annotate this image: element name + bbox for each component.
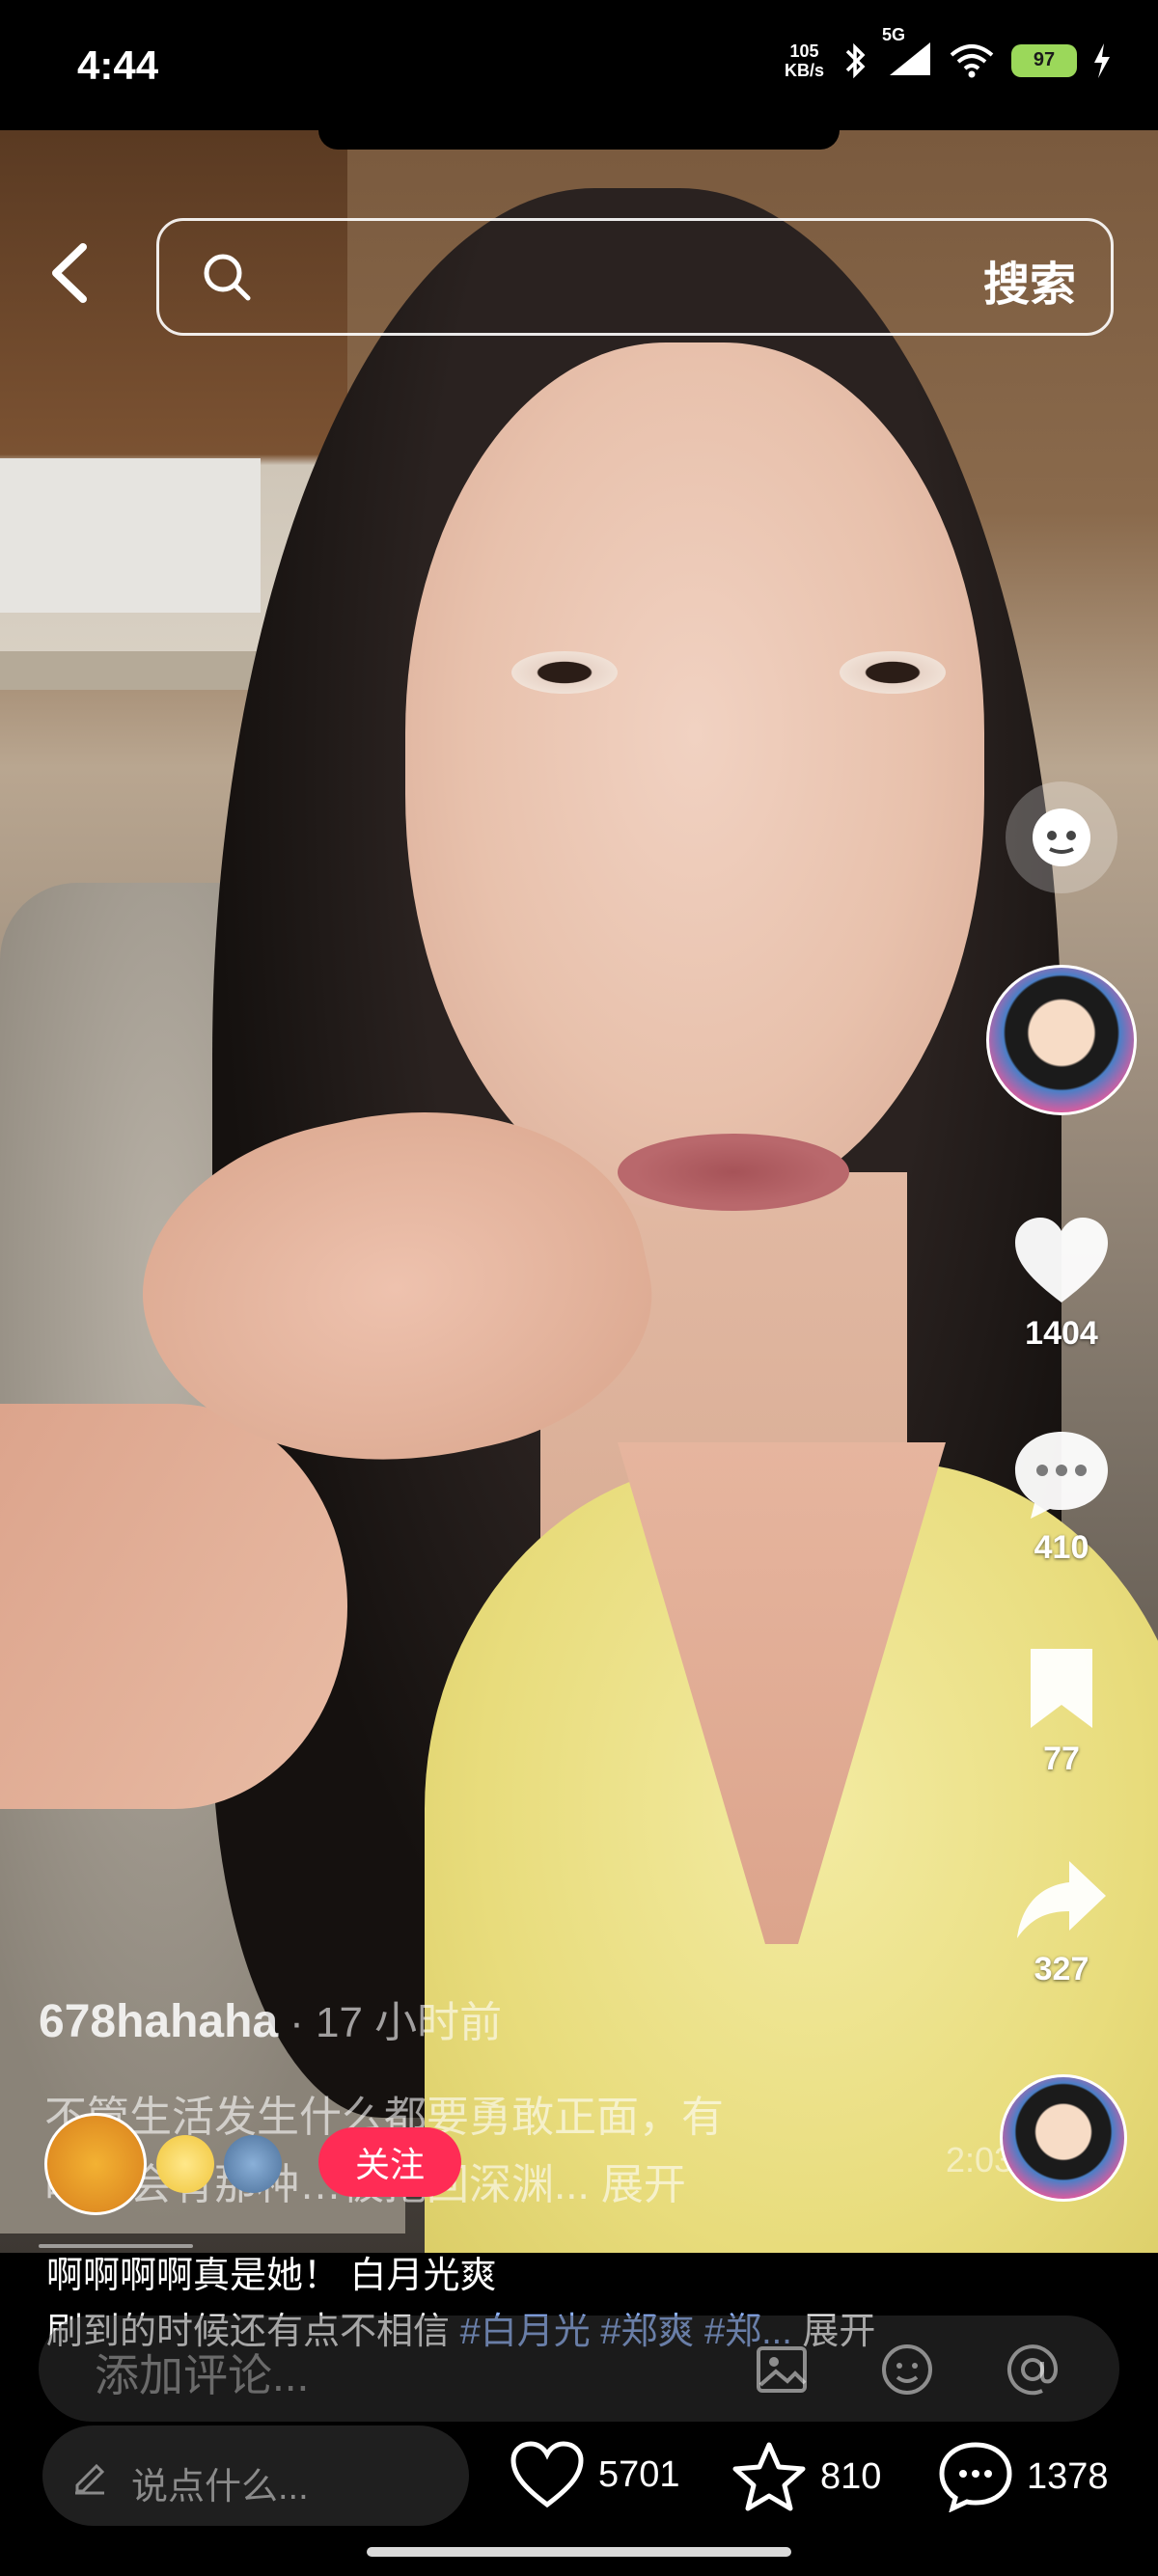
share-action[interactable]: 327 <box>989 1857 1134 1988</box>
signal-icon: 5G <box>882 25 932 82</box>
moon-emoji-icon <box>156 2135 214 2193</box>
author-name[interactable]: 678hahaha <box>39 1996 278 2047</box>
comment-count: 410 <box>1034 1529 1089 1566</box>
person-eye-left <box>511 651 618 694</box>
heart-icon <box>1015 1218 1108 1302</box>
clock: 4:44 <box>77 42 159 88</box>
bottom-like-count: 5701 <box>598 2453 680 2495</box>
back-button[interactable] <box>42 239 100 307</box>
new-moon-emoji-icon <box>224 2135 282 2193</box>
search-bar[interactable]: 搜索 <box>156 218 1114 336</box>
image-icon[interactable] <box>753 2341 811 2398</box>
mention-icon[interactable] <box>1004 2341 1062 2398</box>
caption-line-1: 啊啊啊啊真是她！ 白月光爽 <box>46 2256 497 2296</box>
star-outline-icon <box>732 2442 806 2511</box>
music-disc-avatar[interactable] <box>1000 2074 1127 2202</box>
chat-bubble-icon <box>939 2442 1012 2512</box>
wifi-icon <box>950 43 994 77</box>
share-arrow-icon <box>1017 1861 1106 1938</box>
post-time: · 17 小时前 <box>290 1999 503 2046</box>
network-speed: 105 KB/s <box>784 41 824 80</box>
mini-avatar-group <box>44 2113 282 2215</box>
search-button[interactable]: 搜索 <box>983 246 1076 314</box>
heart-outline-icon <box>510 2441 584 2508</box>
comment-action[interactable]: 410 <box>989 1428 1134 1567</box>
bookmark-icon <box>1031 1649 1092 1728</box>
person-eye-right <box>840 651 946 694</box>
comment-input-bar[interactable]: 添加评论... <box>39 2316 1119 2422</box>
home-indicator[interactable] <box>367 2547 791 2557</box>
bottom-comment-count: 1378 <box>1027 2455 1109 2497</box>
status-bar: 4:44 105 KB/s 5G 97 <box>0 0 1158 130</box>
system-icons: 105 KB/s 5G 97 <box>784 25 1112 82</box>
bottom-star-count: 810 <box>820 2455 882 2497</box>
battery-icon: 97 <box>1011 43 1077 77</box>
person-face <box>405 343 984 1211</box>
emoji-icon[interactable] <box>878 2341 936 2398</box>
video-player[interactable] <box>0 130 1158 2253</box>
ai-assistant-button[interactable] <box>1006 781 1117 893</box>
camera-notch <box>318 130 840 150</box>
chat-bot-icon <box>1033 808 1090 866</box>
like-count: 1404 <box>1025 1315 1098 1352</box>
bluetooth-icon <box>845 42 866 78</box>
comment-icon <box>1015 1432 1108 1519</box>
comment-input[interactable]: 添加评论... <box>95 2341 309 2404</box>
author-line[interactable]: 678hahaha · 17 小时前 <box>39 1987 502 2049</box>
bottom-star-button[interactable]: 810 <box>731 2441 881 2512</box>
person-arm <box>0 1404 347 1809</box>
favorite-action[interactable]: 77 <box>989 1645 1134 1778</box>
say-something-input[interactable]: 说点什么... <box>42 2425 469 2526</box>
favorite-count: 77 <box>1043 1740 1080 1777</box>
person-lips <box>618 1134 849 1211</box>
search-icon <box>204 254 251 301</box>
background-appliance <box>0 458 261 613</box>
follow-button[interactable]: 关注 <box>318 2127 461 2197</box>
bottom-like-button[interactable]: 5701 <box>510 2441 680 2508</box>
pencil-icon <box>75 2463 105 2495</box>
share-count: 327 <box>1034 1951 1089 1987</box>
mini-avatar <box>44 2113 147 2215</box>
charging-icon <box>1094 42 1110 78</box>
bottom-comment-button[interactable]: 1378 <box>938 2441 1109 2512</box>
like-action[interactable]: 1404 <box>989 1216 1134 1353</box>
author-avatar[interactable] <box>986 965 1137 1115</box>
